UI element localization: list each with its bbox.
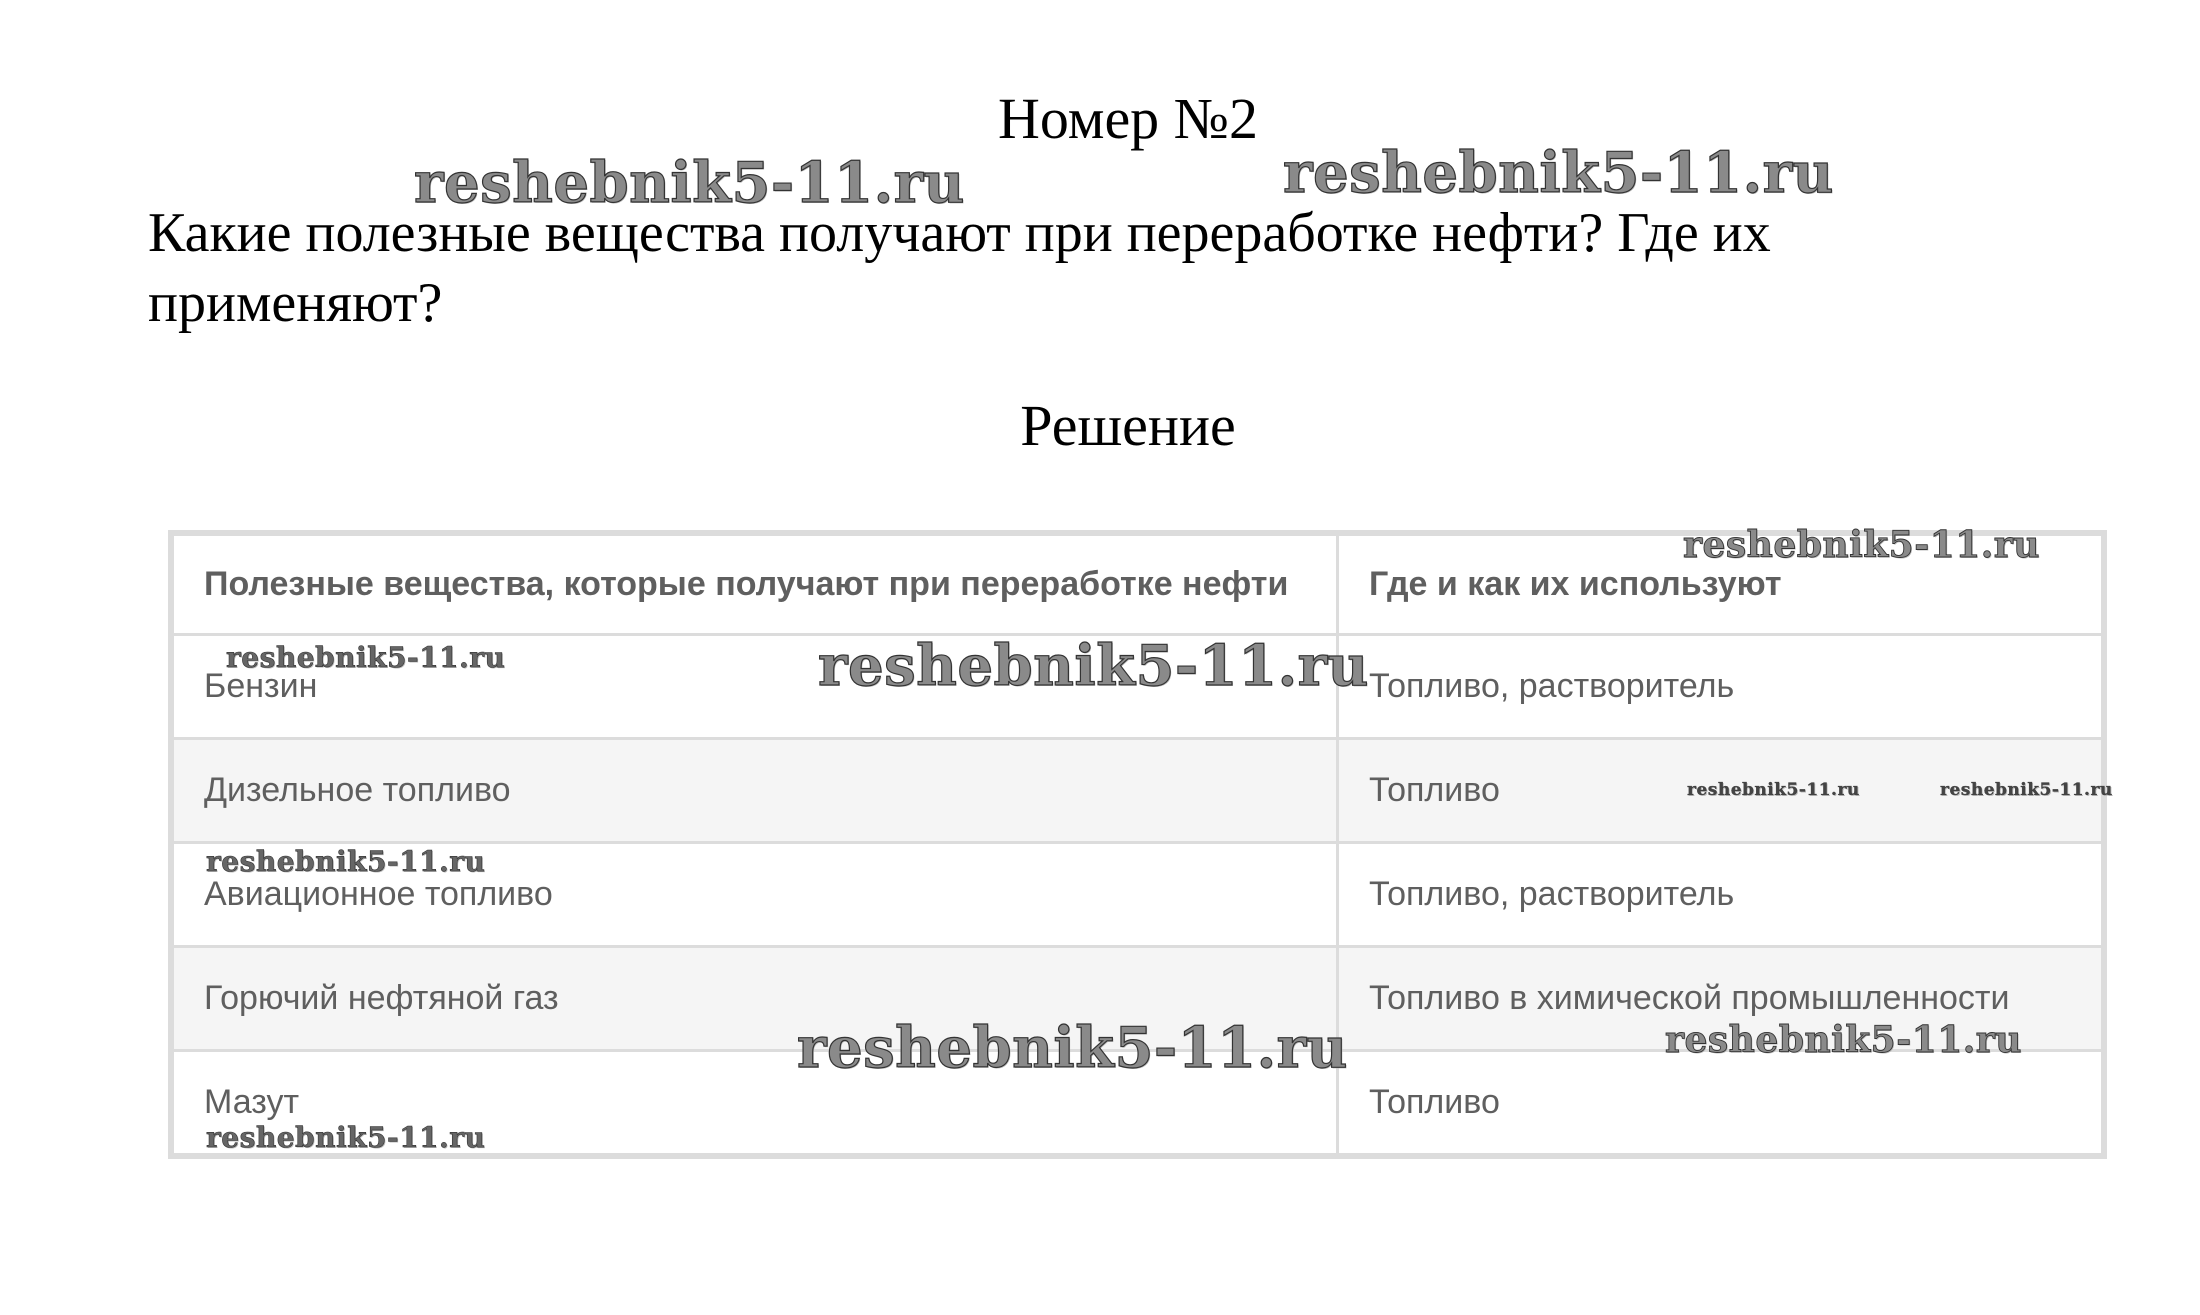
question-text: Какие полезные вещества получают при пер… [148, 202, 1771, 334]
substance-cell: Авиационное топливо [171, 841, 1339, 948]
usage-cell: Топливо, растворитель [1336, 633, 2104, 740]
watermark: reshebnik5-11.ru [1282, 140, 1834, 206]
solution-heading: Решение [1020, 393, 1236, 458]
usage-cell: Топливо [1336, 737, 2104, 844]
column-header-substances: Полезные вещества, которые получают при … [171, 533, 1339, 636]
table-row: Дизельное топливо Топливо [171, 737, 2104, 844]
usage-cell: Топливо [1336, 1049, 2104, 1156]
document-title: Номер №2 [997, 86, 1259, 151]
table-row: Авиационное топливо Топливо, растворител… [171, 841, 2104, 948]
table-header-row: Полезные вещества, которые получают при … [171, 533, 2104, 636]
substance-cell: Бензин [171, 633, 1339, 740]
usage-cell: Топливо, растворитель [1336, 841, 2104, 948]
usage-cell: Топливо в химической промышленности [1336, 945, 2104, 1052]
table-row: Горючий нефтяной газ Топливо в химическо… [171, 945, 2104, 1052]
substance-cell: Горючий нефтяной газ [171, 945, 1339, 1052]
substance-cell: Дизельное топливо [171, 737, 1339, 844]
substance-cell: Мазут [171, 1049, 1339, 1156]
column-header-usage: Где и как их используют [1336, 533, 2104, 636]
answer-table: Полезные вещества, которые получают при … [168, 530, 2107, 1159]
table-row: Бензин Топливо, растворитель [171, 633, 2104, 740]
table-row: Мазут Топливо [171, 1049, 2104, 1156]
